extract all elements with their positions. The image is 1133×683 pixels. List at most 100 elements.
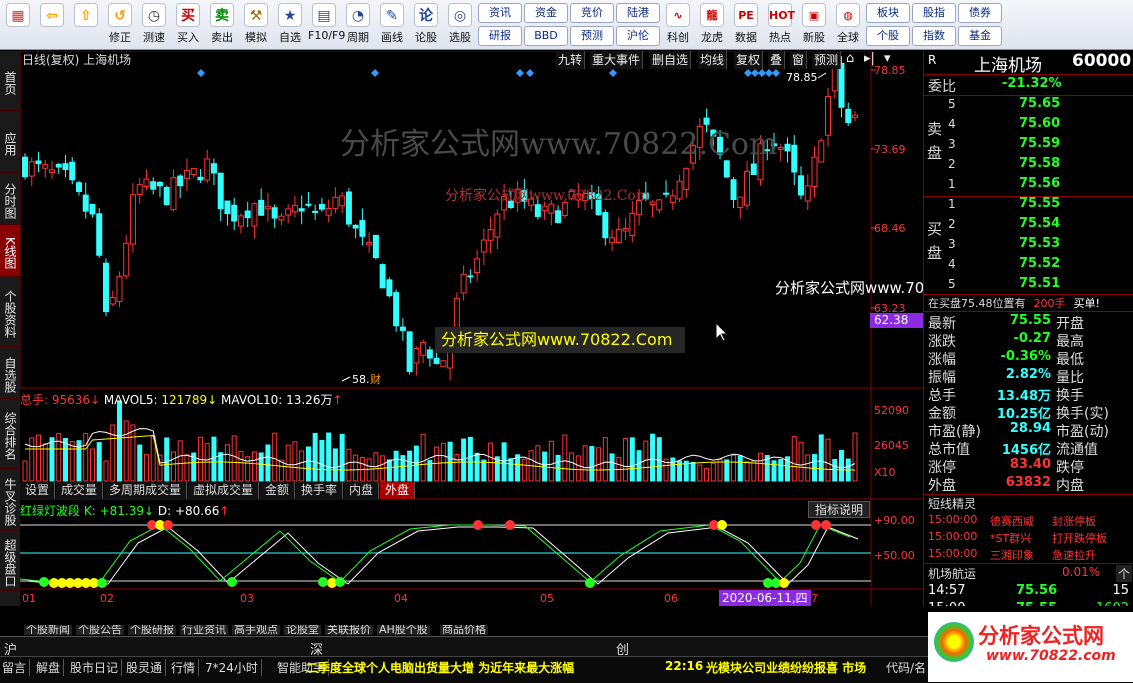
close-icon[interactable]: ▾: [884, 51, 891, 66]
chart-menu-item-1[interactable]: 重大事件: [590, 51, 644, 69]
lock-icon[interactable]: ⌂: [846, 51, 854, 66]
menu-arrow-icon[interactable]: ▸|: [864, 51, 875, 66]
status-item-4[interactable]: 行情: [171, 659, 200, 676]
toolbar-button-新股[interactable]: ▣ 新股: [798, 0, 830, 48]
event-diamond-marker[interactable]: [772, 69, 780, 77]
toolbar-small-button[interactable]: 股指: [912, 3, 956, 23]
sell-price[interactable]: 75.60: [1019, 116, 1060, 131]
toolbar-small-button[interactable]: 研报: [478, 26, 522, 46]
event-diamond-marker[interactable]: [609, 69, 617, 77]
toolbar-button-back-arrow[interactable]: ⇦: [36, 0, 68, 48]
kline-chart-area[interactable]: 78.85 73.69 68.46 63.23 78.85 58. 财 52090 26045 X…: [20, 51, 992, 606]
buy-price[interactable]: 75.55: [1019, 196, 1060, 211]
event-diamond-marker[interactable]: [526, 69, 534, 77]
toolbar-small-button[interactable]: 个股: [866, 26, 910, 46]
toolbar-button-测速[interactable]: ◷ 测速: [138, 0, 170, 48]
shortline-title[interactable]: 短线精灵: [928, 495, 976, 512]
toolbar-small-button[interactable]: 沪伦: [616, 26, 660, 46]
volume-tab-7[interactable]: 外盘: [380, 482, 416, 499]
toolbar-button-自选[interactable]: ★ 自选: [274, 0, 306, 48]
buy-price[interactable]: 75.54: [1019, 216, 1060, 231]
news-tab-2[interactable]: 个股研报: [128, 625, 176, 635]
toolbar-button-科创[interactable]: ∿ 科创: [662, 0, 694, 48]
shortline-stock[interactable]: 三湘印象: [990, 547, 1034, 563]
status-item-5[interactable]: 7*24小时: [205, 659, 262, 676]
news-ticker-1[interactable]: 二季度全球个人电脑出货量大增 为近年来最大涨幅: [306, 659, 574, 676]
toolbar-button-模拟[interactable]: ⚒ 模拟: [240, 0, 272, 48]
buy-price[interactable]: 75.51: [1019, 276, 1060, 291]
toolbar-button-F10/F9[interactable]: ▤ F10/F9: [308, 0, 345, 48]
toolbar-small-button[interactable]: BBD: [524, 26, 568, 46]
news-tab-4[interactable]: 高手观点: [232, 625, 280, 635]
event-diamond-marker[interactable]: [744, 69, 752, 77]
buy-price[interactable]: 75.53: [1019, 236, 1060, 251]
volume-tab-3[interactable]: 虚拟成交量: [188, 482, 260, 499]
toolbar-small-button[interactable]: 板块: [866, 3, 910, 23]
chart-menu-item-7[interactable]: 预测: [812, 51, 842, 69]
sector-button[interactable]: 个: [1116, 565, 1133, 582]
toolbar-small-button[interactable]: 竞价: [570, 3, 614, 23]
left-tab-0[interactable]: 首页: [0, 51, 20, 111]
event-diamond-marker[interactable]: [371, 69, 379, 77]
toolbar-small-button[interactable]: 指数: [912, 26, 956, 46]
left-tab-2[interactable]: 分时图: [0, 173, 20, 225]
toolbar-small-button[interactable]: 资讯: [478, 3, 522, 23]
volume-tab-1[interactable]: 成交量: [56, 482, 104, 499]
toolbar-small-button[interactable]: 债券: [958, 3, 1002, 23]
left-tab-7[interactable]: 牛叉诊股: [0, 469, 20, 531]
toolbar-button-周期[interactable]: ◔ 周期: [342, 0, 374, 48]
event-diamond-marker[interactable]: [516, 69, 524, 77]
news-tab-6[interactable]: 关联报价: [325, 625, 373, 635]
status-item-2[interactable]: 股市日记: [70, 659, 123, 676]
left-tab-1[interactable]: 应用: [0, 111, 20, 173]
news-tab-8[interactable]: 商品价格: [440, 625, 488, 635]
indicator-help-button[interactable]: 指标说明: [808, 501, 871, 518]
toolbar-button-论股[interactable]: 论论股: [410, 0, 442, 48]
toolbar-small-button[interactable]: 资金: [524, 3, 568, 23]
event-diamond-marker[interactable]: [758, 69, 766, 77]
buy-price[interactable]: 75.52: [1019, 256, 1060, 271]
toolbar-button-买入[interactable]: 买买入: [172, 0, 204, 48]
toolbar-button-修正[interactable]: ↺ 修正: [104, 0, 136, 48]
news-tab-0[interactable]: 个股新闻: [24, 625, 72, 635]
toolbar-button-卖出[interactable]: 卖卖出: [206, 0, 238, 48]
left-tab-8[interactable]: 超级盘口: [0, 531, 20, 591]
chart-menu-item-2[interactable]: 删自选: [650, 51, 692, 69]
sell-price[interactable]: 75.65: [1019, 96, 1060, 111]
shortline-stock[interactable]: 德赛西威: [990, 513, 1034, 529]
event-diamond-marker[interactable]: [765, 69, 773, 77]
toolbar-button-grid[interactable]: ▦: [2, 0, 34, 48]
volume-tab-6[interactable]: 内盘: [344, 482, 380, 499]
volume-tab-5[interactable]: 换手率: [296, 482, 344, 499]
toolbar-button-up-arrow[interactable]: ⇧: [70, 0, 102, 48]
toolbar-button-全球[interactable]: ◍ 全球: [832, 0, 864, 48]
status-item-0[interactable]: 留言: [2, 659, 31, 676]
sell-price[interactable]: 75.58: [1019, 156, 1060, 171]
news-tab-5[interactable]: 论股堂: [284, 625, 321, 635]
status-item-1[interactable]: 解盘: [36, 659, 65, 676]
toolbar-button-数据[interactable]: PE 数据: [730, 0, 762, 48]
chart-menu-item-0[interactable]: 九转: [556, 51, 586, 69]
toolbar-button-热点[interactable]: HOT 热点: [764, 0, 796, 48]
event-diamond-marker[interactable]: [751, 69, 759, 77]
sector-name[interactable]: 机场航运: [928, 565, 976, 582]
toolbar-button-龙虎[interactable]: 龍龙虎: [696, 0, 728, 48]
toolbar-small-button[interactable]: 陆港: [616, 3, 660, 23]
left-tab-4[interactable]: 个股资料: [0, 277, 20, 347]
left-tab-5[interactable]: 自选股: [0, 347, 20, 399]
shortline-stock[interactable]: *ST群兴: [990, 530, 1031, 546]
sell-price[interactable]: 75.56: [1019, 176, 1060, 191]
chart-menu-item-5[interactable]: 叠: [768, 51, 786, 69]
chart-menu-item-4[interactable]: 复权: [734, 51, 764, 69]
status-item-3[interactable]: 股灵通: [126, 659, 167, 676]
news-tab-1[interactable]: 个股公告: [76, 625, 124, 635]
event-diamond-marker[interactable]: [197, 69, 205, 77]
toolbar-small-button[interactable]: 预测: [570, 26, 614, 46]
news-tab-3[interactable]: 行业资讯: [180, 625, 228, 635]
toolbar-small-button[interactable]: 基金: [958, 26, 1002, 46]
news-tab-7[interactable]: AH股个股: [377, 625, 430, 635]
volume-tab-2[interactable]: 多周期成交量: [104, 482, 188, 499]
chart-menu-item-6[interactable]: 窗: [790, 51, 808, 69]
volume-tab-4[interactable]: 金额: [260, 482, 296, 499]
toolbar-button-画线[interactable]: ✎ 画线: [376, 0, 408, 48]
